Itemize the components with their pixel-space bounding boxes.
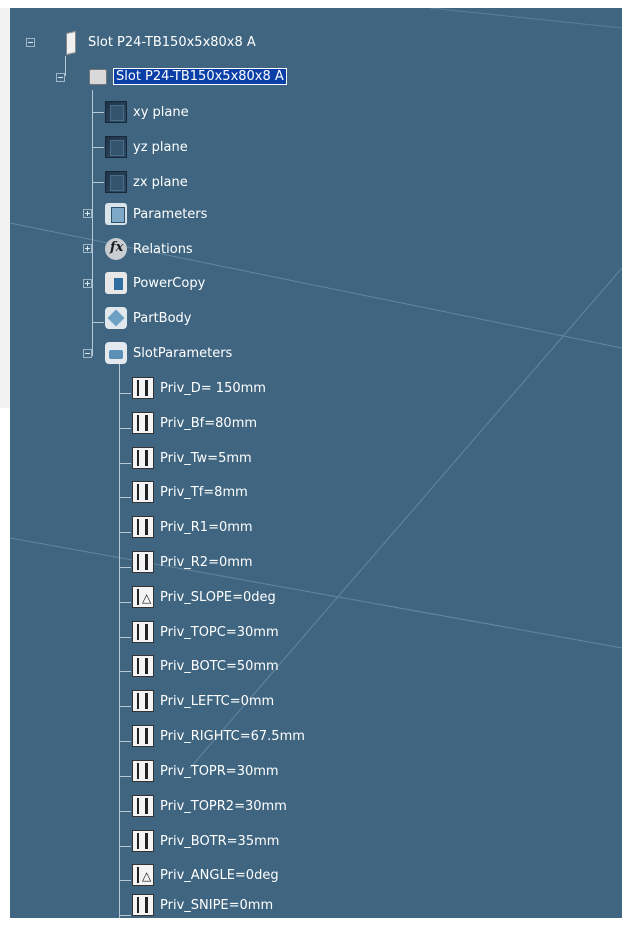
parameter-item[interactable]: Priv_TOPR=30mm [132,758,279,784]
parameter-label: Priv_RIGHTC=67.5mm [160,728,305,744]
parameter-item[interactable]: Priv_BOTC=50mm [132,653,279,679]
parameter-item[interactable]: Priv_R2=0mm [132,549,253,575]
length-parameter-icon [132,412,154,434]
parameter-item[interactable]: Priv_Tw=5mm [132,445,252,471]
tree-node-label: Relations [133,241,193,257]
expand-toggle-powercopy[interactable] [83,279,92,288]
parameter-item[interactable]: Priv_LEFTC=0mm [132,688,274,714]
partbody-icon [105,307,127,329]
parameter-label: Priv_Tf=8mm [160,484,248,500]
tree-node-xy-plane[interactable]: xy plane [105,99,189,125]
expand-toggle-parameters[interactable] [83,209,92,218]
plane-icon [105,101,127,123]
collapse-toggle-slotparameters[interactable] [83,349,92,358]
tree-node-powercopy[interactable]: PowerCopy [105,270,205,296]
catia-3d-viewer[interactable]: Slot P24-TB150x5x80x8 A Slot P24-TB150x5… [0,0,622,926]
parameter-label: Priv_BOTR=35mm [160,833,280,849]
tree-node-parameters[interactable]: Parameters [105,201,207,227]
parameter-item[interactable]: Priv_SNIPE=0mm [132,892,273,918]
parameter-label: Priv_Bf=80mm [160,415,258,431]
parameter-label: Priv_TOPR2=30mm [160,798,287,814]
length-parameter-icon [132,690,154,712]
part-icon [86,65,108,87]
parameter-item[interactable]: Priv_Bf=80mm [132,410,257,436]
parameter-label: Priv_TOPC=30mm [160,624,279,640]
relations-icon: fx [105,238,127,260]
parameter-item[interactable]: Priv_R1=0mm [132,514,253,540]
tree-node-label: yz plane [133,139,188,155]
parameter-item[interactable]: Priv_TOPR2=30mm [132,793,287,819]
tree-node-label: SlotParameters [133,345,233,361]
parameter-label: Priv_Tw=5mm [160,450,252,466]
tree-node-slotparameters[interactable]: SlotParameters [105,340,232,366]
parameter-label: Priv_ANGLE=0deg [160,867,279,883]
parameter-item[interactable]: △ Priv_ANGLE=0deg [132,862,279,888]
parameter-label: Priv_LEFTC=0mm [160,693,275,709]
angle-parameter-icon: △ [132,864,154,886]
length-parameter-icon [132,830,154,852]
tree-node-label: xy plane [133,104,189,120]
parameter-label: Priv_TOPR=30mm [160,763,279,779]
tree-node-root[interactable]: Slot P24-TB150x5x80x8 A [60,29,256,55]
specification-tree: Slot P24-TB150x5x80x8 A Slot P24-TB150x5… [10,8,622,918]
tree-node-label: zx plane [133,174,188,190]
expand-toggle-relations[interactable] [83,244,92,253]
collapse-toggle-part[interactable] [56,73,65,82]
parameter-item[interactable]: △ Priv_SLOPE=0deg [132,584,276,610]
length-parameter-icon [132,795,154,817]
tree-node-relations[interactable]: fx Relations [105,236,193,262]
length-parameter-icon [132,551,154,573]
parameter-item[interactable]: Priv_D= 150mm [132,375,266,401]
plane-icon [105,136,127,158]
parameter-item[interactable]: Priv_RIGHTC=67.5mm [132,723,305,749]
tree-node-label: Slot P24-TB150x5x80x8 A [88,34,256,50]
length-parameter-icon [132,481,154,503]
collapse-toggle-root[interactable] [26,38,35,47]
length-parameter-icon [132,447,154,469]
tree-node-label: Parameters [133,206,208,222]
document-icon [60,31,82,53]
length-parameter-icon [132,377,154,399]
window-left-edge [0,8,10,408]
parameter-label: Priv_R2=0mm [160,554,253,570]
tree-node-yz-plane[interactable]: yz plane [105,134,188,160]
parameters-icon [105,203,127,225]
tree-node-part[interactable]: Slot P24-TB150x5x80x8 A [86,63,287,89]
parameter-item[interactable]: Priv_BOTR=35mm [132,828,279,854]
length-parameter-icon [132,760,154,782]
tree-node-label: PartBody [133,310,192,326]
parameter-item[interactable]: Priv_TOPC=30mm [132,619,279,645]
tree-node-partbody[interactable]: PartBody [105,305,191,331]
parameter-label: Priv_R1=0mm [160,519,253,535]
length-parameter-icon [132,516,154,538]
specification-tree-canvas[interactable]: Slot P24-TB150x5x80x8 A Slot P24-TB150x5… [10,8,622,918]
parameter-label: Priv_SNIPE=0mm [160,897,274,913]
angle-parameter-icon: △ [132,586,154,608]
length-parameter-icon [132,894,154,916]
parameter-label: Priv_D= 150mm [160,380,266,396]
tree-node-zx-plane[interactable]: zx plane [105,169,188,195]
plane-icon [105,171,127,193]
tree-node-label-selected[interactable]: Slot P24-TB150x5x80x8 A [113,67,287,85]
length-parameter-icon [132,725,154,747]
parameter-label: Priv_BOTC=50mm [160,658,279,674]
length-parameter-icon [132,655,154,677]
powercopy-icon [105,272,127,294]
parameter-label: Priv_SLOPE=0deg [160,589,276,605]
slotparameters-icon [105,342,127,364]
length-parameter-icon [132,621,154,643]
parameter-item[interactable]: Priv_Tf=8mm [132,479,248,505]
tree-node-label: PowerCopy [133,275,206,291]
